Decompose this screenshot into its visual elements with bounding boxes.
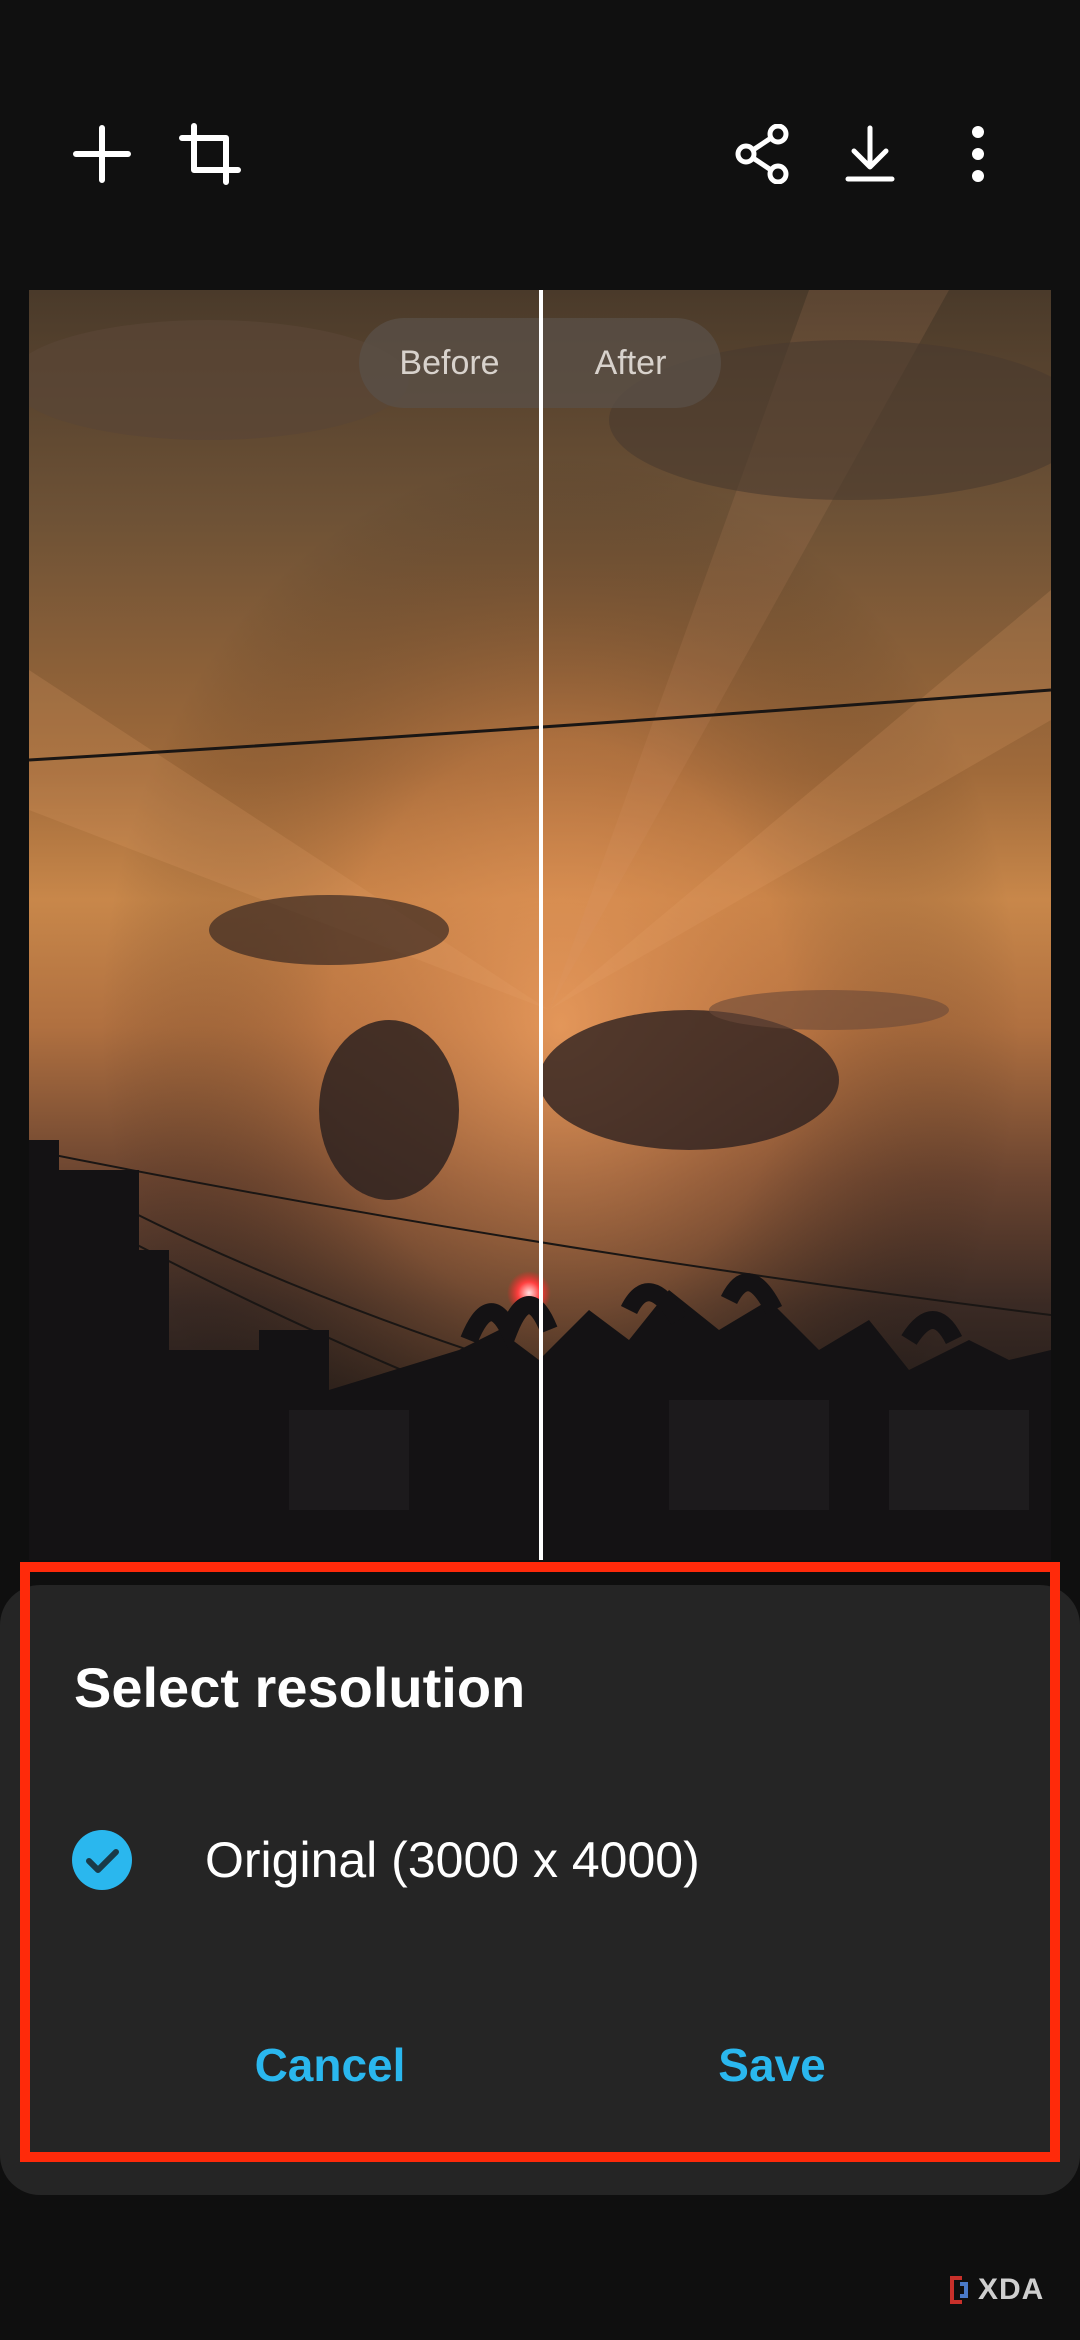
download-icon xyxy=(845,125,895,182)
crop-icon xyxy=(179,123,241,185)
add-button[interactable] xyxy=(54,106,150,202)
xda-logo-icon xyxy=(950,2276,968,2304)
xda-watermark: XDA xyxy=(948,2270,1044,2310)
checkmark-icon[interactable] xyxy=(72,1830,132,1890)
top-toolbar xyxy=(0,0,1080,290)
share-button[interactable] xyxy=(714,106,810,202)
add-icon xyxy=(73,125,131,183)
resolution-option-original[interactable]: Original (3000 x 4000) xyxy=(40,1800,1040,1920)
more-options-icon xyxy=(972,126,984,182)
before-label[interactable]: Before xyxy=(359,318,540,408)
crop-button[interactable] xyxy=(162,106,258,202)
after-label[interactable]: After xyxy=(540,318,721,408)
save-button[interactable]: Save xyxy=(572,2010,972,2120)
select-resolution-dialog: Select resolution Original (3000 x 4000)… xyxy=(0,1585,1080,2195)
cancel-button[interactable]: Cancel xyxy=(130,2010,530,2120)
resolution-option-label: Original (3000 x 4000) xyxy=(205,1832,700,1888)
photo-preview[interactable]: Before After xyxy=(29,290,1051,1560)
dialog-title: Select resolution xyxy=(74,1656,526,1719)
download-button[interactable] xyxy=(822,106,918,202)
comparison-divider-handle[interactable] xyxy=(539,290,543,1560)
watermark-text: XDA xyxy=(978,2273,1045,2306)
share-icon xyxy=(735,124,789,184)
more-options-button[interactable] xyxy=(930,106,1026,202)
photo-editor-screen: Before After Select resolution Original … xyxy=(0,0,1080,2340)
